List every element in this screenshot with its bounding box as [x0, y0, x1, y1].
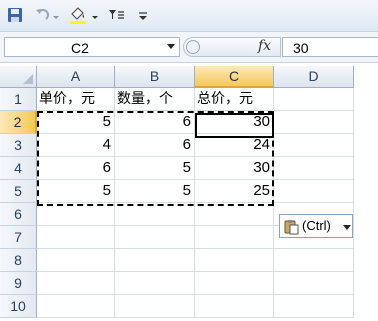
cell-a1[interactable]: 单价，元	[37, 88, 115, 111]
cell-a8[interactable]	[37, 249, 115, 272]
formula-controls: fx	[183, 37, 281, 57]
fill-color-icon[interactable]	[68, 6, 88, 24]
cell-b1[interactable]: 数量，个	[115, 88, 195, 111]
row-header-4[interactable]: 4	[0, 157, 37, 180]
formula-value: 30	[293, 40, 309, 56]
undo-dropdown-icon[interactable]	[52, 6, 60, 24]
quick-access-toolbar	[0, 0, 378, 32]
cell-c3[interactable]: 24	[195, 134, 274, 157]
name-box-value: C2	[71, 40, 89, 56]
undo-icon[interactable]	[34, 6, 50, 24]
row-header-1[interactable]: 1	[0, 88, 37, 111]
row-header-9[interactable]: 9	[0, 272, 37, 295]
select-all-button[interactable]	[0, 66, 37, 88]
row-header-10[interactable]: 10	[0, 295, 37, 318]
cell-c4[interactable]: 30	[195, 157, 274, 180]
formula-input[interactable]: 30	[282, 37, 378, 57]
paste-options-dropdown-icon[interactable]	[343, 225, 351, 230]
cell-b2[interactable]: 6	[115, 111, 195, 134]
cell-d10[interactable]	[274, 295, 354, 318]
cell-b7[interactable]	[115, 226, 195, 249]
cell-b5[interactable]: 5	[115, 180, 195, 203]
sort-filter-icon[interactable]	[108, 6, 126, 24]
row-header-5[interactable]: 5	[0, 180, 37, 203]
cell-b10[interactable]	[115, 295, 195, 318]
cell-a3[interactable]: 4	[37, 134, 115, 157]
cell-b8[interactable]	[115, 249, 195, 272]
cell-a9[interactable]	[37, 272, 115, 295]
customize-toolbar-icon[interactable]	[137, 6, 149, 24]
column-header-a[interactable]: A	[37, 66, 115, 88]
cell-c10[interactable]	[195, 295, 274, 318]
column-header-d[interactable]: D	[274, 66, 354, 88]
cell-d9[interactable]	[274, 272, 354, 295]
cell-a10[interactable]	[37, 295, 115, 318]
save-icon[interactable]	[6, 6, 24, 24]
cell-a2[interactable]: 5	[37, 111, 115, 134]
row-header-2[interactable]: 2	[0, 111, 37, 134]
cell-d5[interactable]	[274, 180, 354, 203]
fill-color-dropdown-icon[interactable]	[91, 6, 99, 24]
row-header-6[interactable]: 6	[0, 203, 37, 226]
cell-c2[interactable]: 30	[195, 111, 274, 134]
paste-options-button[interactable]: (Ctrl)	[279, 214, 353, 238]
cell-b6[interactable]	[115, 203, 195, 226]
cell-c7[interactable]	[195, 226, 274, 249]
cell-c9[interactable]	[195, 272, 274, 295]
cell-b3[interactable]: 6	[115, 134, 195, 157]
row-header-8[interactable]: 8	[0, 249, 37, 272]
cell-a4[interactable]: 6	[37, 157, 115, 180]
select-all-icon	[23, 74, 33, 84]
column-header-b[interactable]: B	[115, 66, 195, 88]
cancel-icon[interactable]	[186, 40, 200, 54]
cell-c8[interactable]	[195, 249, 274, 272]
row-header-7[interactable]: 7	[0, 226, 37, 249]
formula-bar-area: C2 fx 30	[0, 32, 378, 63]
insert-function-button[interactable]: fx	[258, 38, 271, 54]
row-header-3[interactable]: 3	[0, 134, 37, 157]
cell-a7[interactable]	[37, 226, 115, 249]
cell-a6[interactable]	[37, 203, 115, 226]
clipboard-icon	[284, 220, 299, 235]
cell-c6[interactable]	[195, 203, 274, 226]
cell-a5[interactable]: 5	[37, 180, 115, 203]
cell-d1[interactable]	[274, 88, 354, 111]
cell-d8[interactable]	[274, 249, 354, 272]
cell-d3[interactable]	[274, 134, 354, 157]
cell-d2[interactable]	[274, 111, 354, 134]
paste-options-label: (Ctrl)	[302, 218, 331, 233]
cell-c1[interactable]: 总价，元	[195, 88, 274, 111]
cell-c5[interactable]: 25	[195, 180, 274, 203]
name-box-dropdown-icon[interactable]	[167, 44, 175, 49]
cell-d4[interactable]	[274, 157, 354, 180]
cell-b4[interactable]: 5	[115, 157, 195, 180]
column-header-c[interactable]: C	[195, 66, 274, 88]
name-box[interactable]: C2	[4, 37, 180, 57]
cell-b9[interactable]	[115, 272, 195, 295]
